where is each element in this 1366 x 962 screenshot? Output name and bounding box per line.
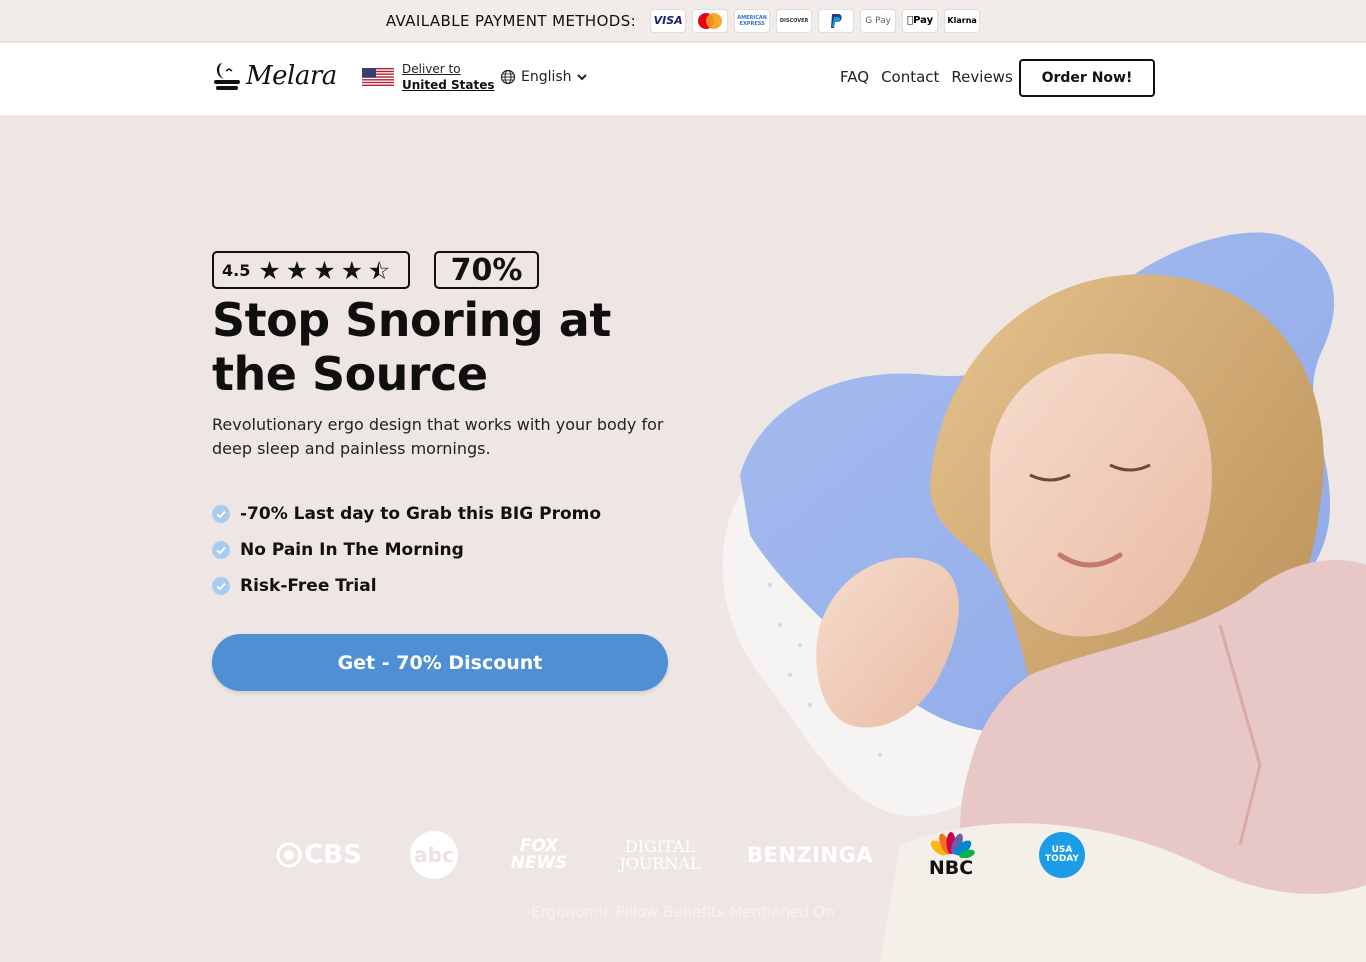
get-discount-button[interactable]: Get - 70% Discount — [212, 634, 668, 691]
discover-icon: DISCOVER — [776, 8, 813, 33]
benzinga-logo: BENZINGA — [746, 843, 874, 867]
cbs-logo: CBS — [275, 825, 363, 885]
nbc-peacock-icon — [930, 832, 975, 858]
visa-icon: VISA — [650, 8, 687, 33]
nbc-logo-text: NBC — [928, 857, 974, 879]
nbc-logo: NBC — [926, 825, 976, 885]
nav-reviews[interactable]: Reviews — [951, 68, 1012, 86]
deliver-country: United States — [402, 78, 495, 92]
abc-logo-text: abc — [410, 831, 458, 879]
google-pay-icon: G Pay — [860, 8, 897, 33]
star-rating: ★ ★ ★ ★ ☆★ — [258, 258, 390, 283]
main-nav: FAQ Contact Reviews — [840, 68, 1013, 86]
order-now-button[interactable]: Order Now! — [1019, 59, 1155, 97]
fox-news-logo: FOX NEWS — [510, 836, 568, 873]
globe-icon — [500, 69, 516, 85]
usa-today-logo: USA TODAY — [1038, 825, 1086, 885]
logo-text: Melara — [246, 61, 337, 91]
star-icon: ★ — [340, 255, 364, 285]
logo[interactable]: Melara — [212, 59, 337, 93]
rating-badge: 4.5 ★ ★ ★ ★ ☆★ — [212, 251, 410, 289]
deliver-to-selector[interactable]: Deliver to United States — [362, 61, 495, 93]
half-star-icon: ☆★ — [368, 255, 391, 285]
payment-methods-bar: AVAILABLE PAYMENT METHODS: VISA AMERICAN… — [0, 0, 1366, 42]
hero-section: 4.5 ★ ★ ★ ★ ☆★ 70% Stop Snoring at the S… — [0, 115, 1366, 962]
nav-faq[interactable]: FAQ — [840, 68, 869, 86]
benefit-text: Risk-Free Trial — [240, 576, 377, 596]
chevron-down-icon — [576, 74, 587, 81]
site-header: Melara Deliver to United States English — [0, 43, 1366, 115]
benefit-item: -70% Last day to Grab this BIG Promo — [212, 503, 601, 525]
benefit-text: No Pain In The Morning — [240, 540, 464, 560]
apple-pay-text: Pay — [910, 15, 933, 26]
amex-icon: AMERICAN EXPRESS — [734, 8, 771, 33]
deliver-to-label: Deliver to — [402, 62, 461, 76]
paypal-icon — [818, 8, 855, 33]
apple-pay-icon: Pay — [902, 8, 939, 33]
cbs-logo-text: CBS — [304, 840, 362, 870]
language-label: English — [521, 69, 572, 85]
payment-methods-label: AVAILABLE PAYMENT METHODS: — [385, 11, 637, 30]
rating-value: 4.5 — [222, 260, 251, 280]
discount-badge: 70% — [434, 251, 539, 289]
benefit-list: -70% Last day to Grab this BIG Promo No … — [212, 503, 601, 597]
digital-journal-logo: DIGITAL JOURNAL — [619, 837, 701, 873]
page-title: Stop Snoring at the Source — [212, 293, 611, 401]
press-caption: Ergonomic Pillow Benefits Mentioned On — [531, 903, 835, 921]
hero-subtitle: Revolutionary ergo design that works wit… — [212, 415, 664, 458]
star-icon: ★ — [258, 255, 281, 285]
check-badge-icon — [212, 505, 230, 523]
benefit-text: -70% Last day to Grab this BIG Promo — [240, 504, 602, 524]
press-logos: CBS abc FOX NEWS DIGITAL JOURNAL BENZING… — [0, 825, 1366, 885]
benefit-item: No Pain In The Morning — [212, 539, 601, 561]
star-icon: ★ — [313, 255, 336, 285]
logo-moon-icon — [214, 63, 240, 90]
abc-logo: abc — [410, 825, 458, 885]
us-flag-icon — [362, 68, 394, 86]
language-selector[interactable]: English — [500, 69, 587, 85]
star-icon: ★ — [285, 255, 309, 285]
check-badge-icon — [212, 541, 230, 559]
mastercard-icon — [692, 8, 729, 33]
nav-contact[interactable]: Contact — [881, 68, 939, 86]
check-badge-icon — [212, 577, 230, 595]
klarna-icon: Klarna — [944, 8, 981, 33]
usa-today-text: USA TODAY — [1039, 832, 1085, 878]
benefit-item: Risk-Free Trial — [212, 575, 601, 597]
